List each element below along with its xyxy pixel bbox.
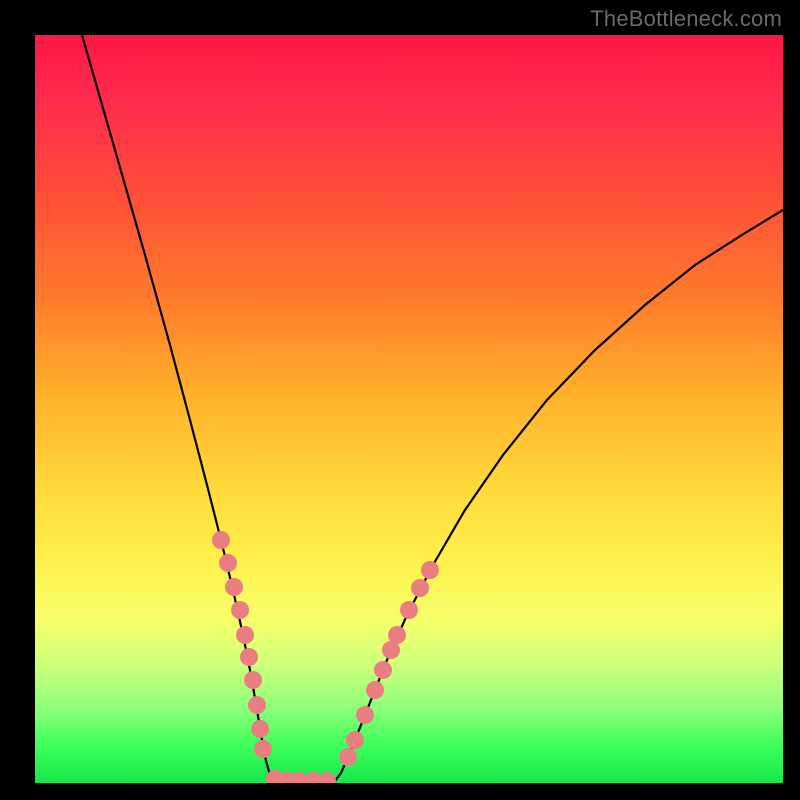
data-point <box>248 696 266 714</box>
data-point <box>219 554 237 572</box>
curve-right <box>335 210 783 781</box>
dots-right <box>339 561 439 766</box>
plot-area <box>35 35 783 783</box>
data-point <box>411 579 429 597</box>
data-point <box>254 740 272 758</box>
chart-frame: TheBottleneck.com <box>0 0 800 800</box>
data-point <box>318 772 336 783</box>
curve-left <box>82 35 275 781</box>
data-point <box>240 648 258 666</box>
data-point <box>374 661 392 679</box>
data-point <box>212 531 230 549</box>
data-point <box>388 626 406 644</box>
dots-valley <box>266 770 336 783</box>
data-point <box>421 561 439 579</box>
dots-left <box>212 531 272 758</box>
data-point <box>346 731 364 749</box>
data-point <box>356 706 374 724</box>
data-point <box>339 748 357 766</box>
data-point <box>236 626 254 644</box>
data-point <box>366 681 384 699</box>
data-point <box>225 578 243 596</box>
data-point <box>400 601 418 619</box>
watermark-text: TheBottleneck.com <box>590 6 782 32</box>
data-point <box>251 720 269 738</box>
chart-svg <box>35 35 783 783</box>
data-point <box>244 671 262 689</box>
data-point <box>231 601 249 619</box>
